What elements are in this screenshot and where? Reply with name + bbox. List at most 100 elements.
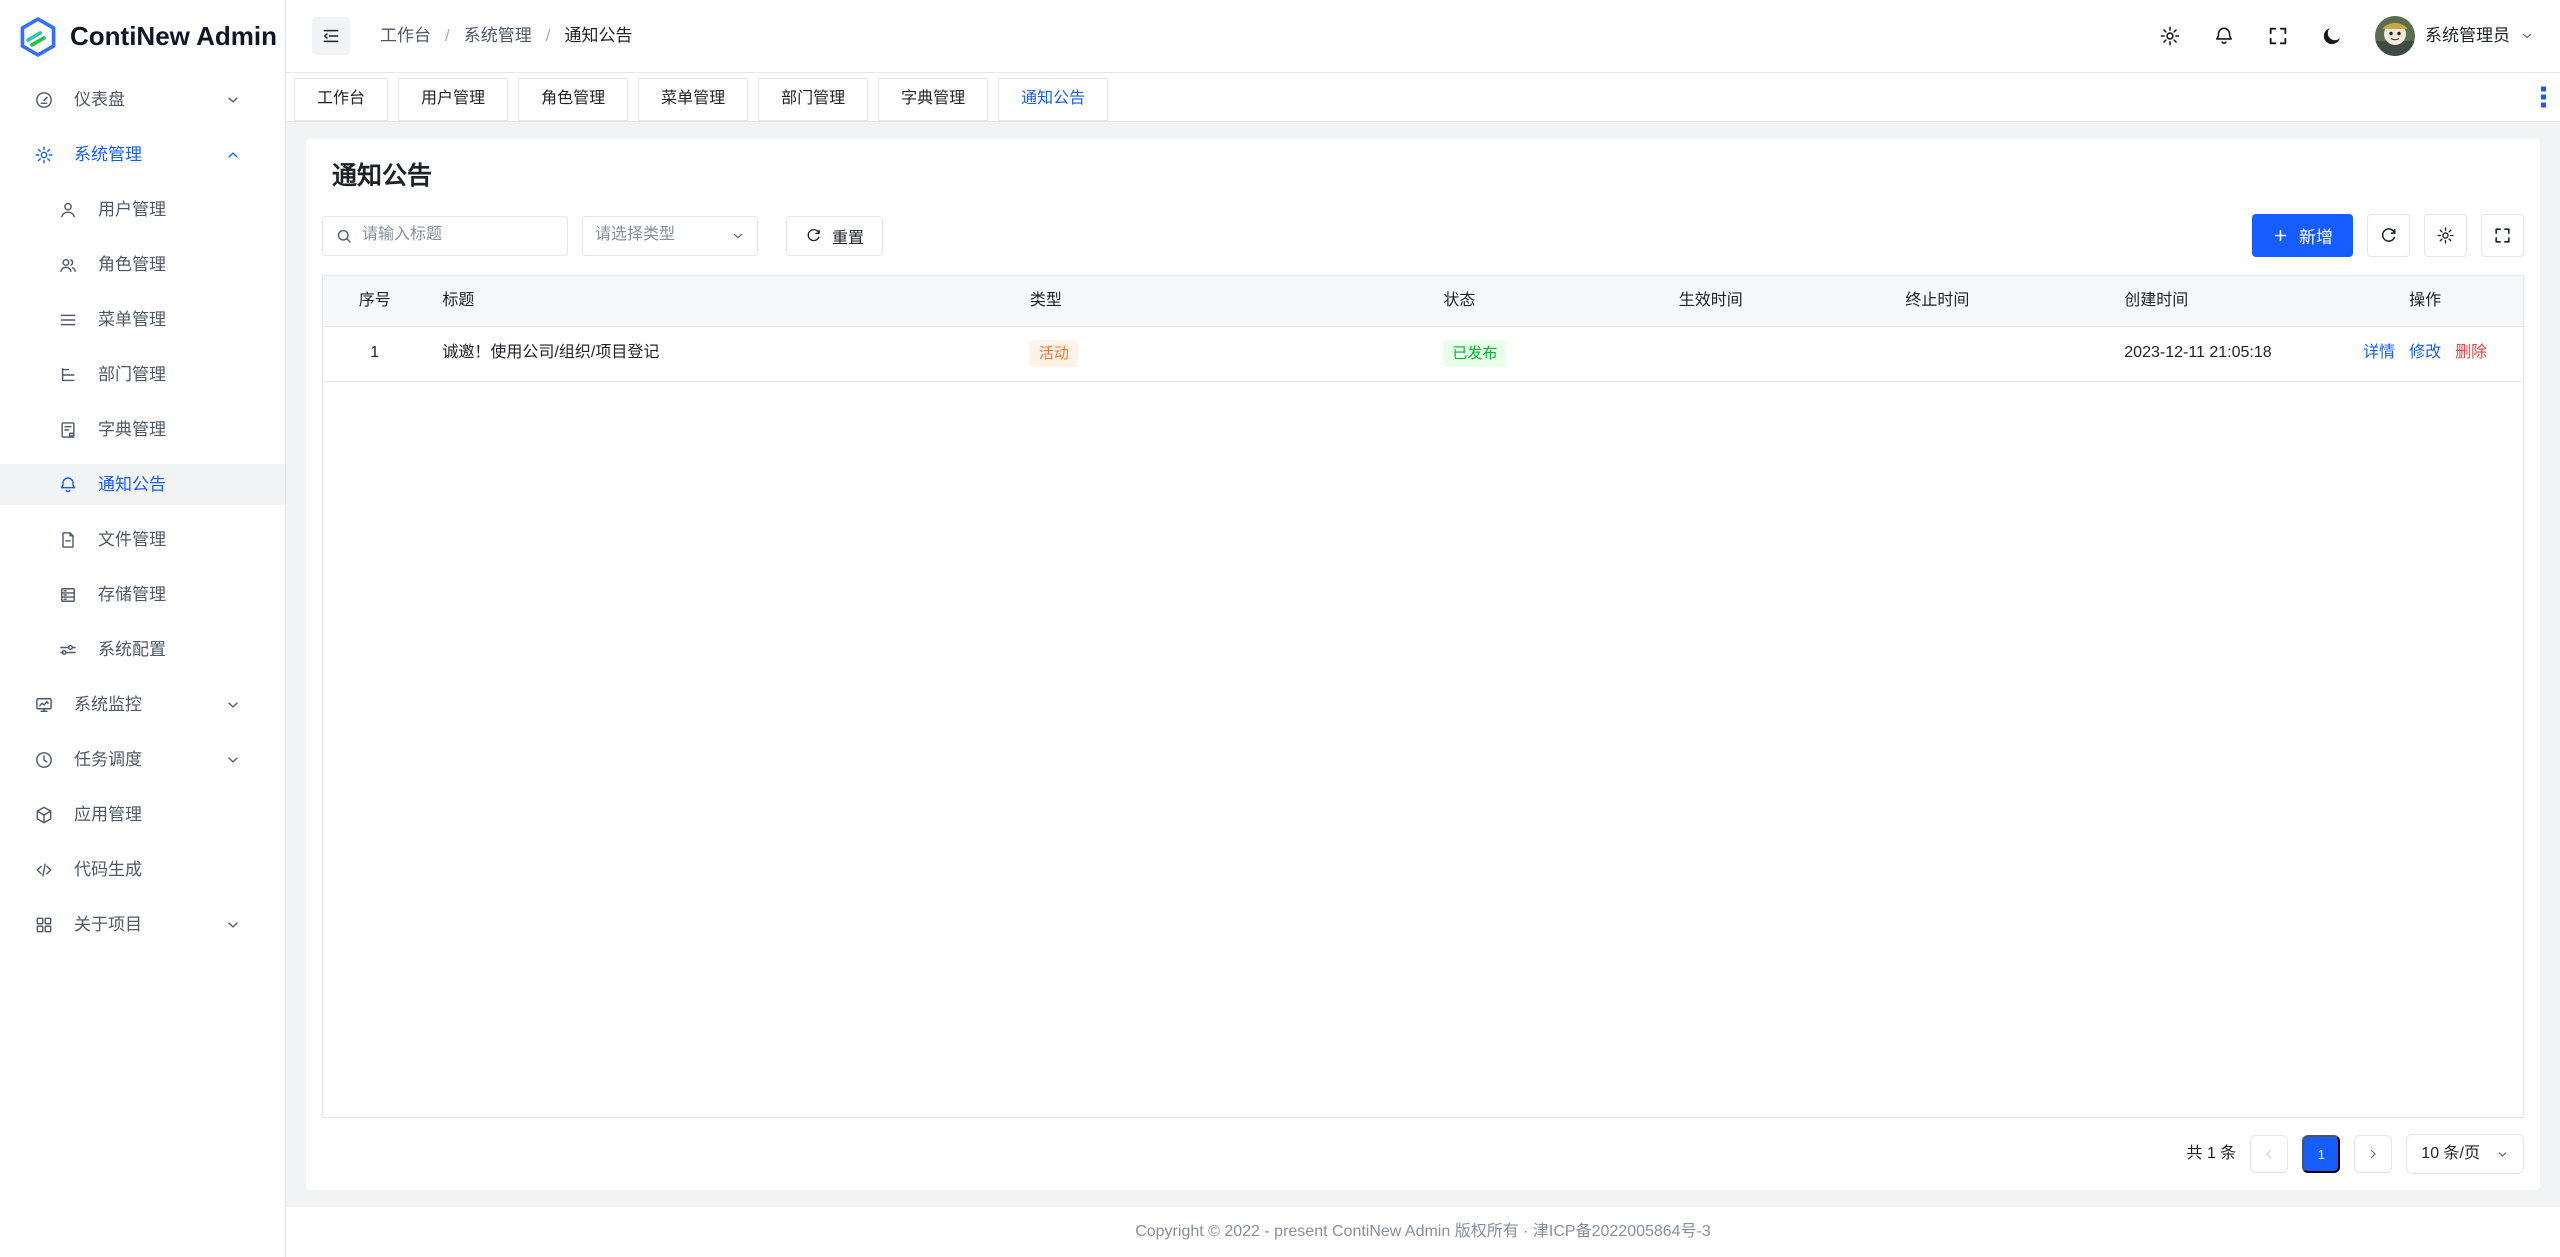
search-icon	[335, 227, 353, 245]
reset-button[interactable]: 重置	[786, 216, 883, 256]
menu-lines-icon	[58, 310, 78, 330]
cell-index: 1	[323, 326, 426, 381]
sidebar-item-label: 菜单管理	[98, 308, 263, 332]
user-menu[interactable]: 系统管理员	[2375, 16, 2534, 56]
edit-link[interactable]: 修改	[2409, 342, 2441, 364]
sidebar-item-role-management[interactable]: 角色管理	[0, 244, 285, 285]
breadcrumb: 工作台 / 系统管理 / 通知公告	[380, 24, 632, 48]
sidebar-item-system-management[interactable]: 系统管理	[0, 134, 285, 175]
sidebar-item-label: 用户管理	[98, 198, 263, 222]
table-row: 1 诚邀！使用公司/组织/项目登记 活动 已发布 2023-12-11 21:0…	[323, 326, 2523, 381]
sidebar-item-app-management[interactable]: 应用管理	[0, 794, 285, 835]
refresh-icon	[2379, 226, 2398, 245]
app-title: ContiNew Admin	[70, 18, 277, 54]
tab-dept-management[interactable]: 部门管理	[758, 78, 868, 121]
sidebar-item-label: 部门管理	[98, 363, 263, 387]
tab-menu-management[interactable]: 菜单管理	[638, 78, 748, 121]
pagination: 共 1 条 1 10 条/页	[322, 1134, 2524, 1174]
tab-role-management[interactable]: 角色管理	[518, 78, 628, 121]
sidebar-item-notice[interactable]: 通知公告	[0, 464, 285, 505]
pagination-prev-button[interactable]	[2250, 1135, 2288, 1173]
app-logo-row[interactable]: ContiNew Admin	[0, 0, 285, 73]
sidebar-item-storage-management[interactable]: 存储管理	[0, 574, 285, 615]
search-input[interactable]	[362, 224, 555, 246]
settings-gear-icon[interactable]	[2159, 25, 2181, 47]
col-actions: 操作	[2327, 276, 2523, 326]
sidebar-item-dashboard[interactable]: 仪表盘	[0, 79, 285, 120]
chevron-down-icon	[223, 917, 243, 933]
table-toolbar: 新增	[2252, 214, 2524, 257]
sidebar-item-file-management[interactable]: 文件管理	[0, 519, 285, 560]
pagination-page-1[interactable]: 1	[2302, 1135, 2340, 1173]
dictionary-icon	[58, 420, 78, 440]
tab-user-management[interactable]: 用户管理	[398, 78, 508, 121]
sidebar-item-menu-management[interactable]: 菜单管理	[0, 299, 285, 340]
sidebar-item-system-config[interactable]: 系统配置	[0, 629, 285, 670]
bell-icon	[58, 475, 78, 495]
notification-bell-icon[interactable]	[2213, 25, 2235, 47]
sidebar-item-task-schedule[interactable]: 任务调度	[0, 739, 285, 780]
sidebar-item-label: 角色管理	[98, 253, 263, 277]
chevron-right-icon	[2366, 1147, 2380, 1161]
fullscreen-icon[interactable]	[2267, 25, 2289, 47]
type-select[interactable]: 请选择类型	[582, 216, 758, 256]
sidebar-item-dept-management[interactable]: 部门管理	[0, 354, 285, 395]
gear-icon	[2436, 226, 2455, 245]
breadcrumb-item[interactable]: 系统管理	[464, 24, 532, 48]
sidebar-item-label: 系统监控	[74, 693, 223, 717]
page-footer: Copyright © 2022 - present ContiNew Admi…	[286, 1207, 2560, 1257]
title-search-box[interactable]	[322, 216, 568, 256]
grid-icon	[34, 915, 54, 935]
tab-workbench[interactable]: 工作台	[294, 78, 388, 121]
page-size-select[interactable]: 10 条/页	[2406, 1134, 2524, 1174]
sidebar-item-label: 系统管理	[74, 143, 223, 167]
sidebar-collapse-button[interactable]	[312, 17, 350, 55]
col-type: 类型	[1014, 276, 1428, 326]
col-effective-time: 生效时间	[1663, 276, 1890, 326]
detail-link[interactable]: 详情	[2363, 342, 2395, 364]
col-title: 标题	[426, 276, 1013, 326]
sidebar-item-user-management[interactable]: 用户管理	[0, 189, 285, 230]
main-area: 工作台 / 系统管理 / 通知公告 系统管理员 工作台 用户管理 角色管理 菜单…	[286, 0, 2560, 1257]
refresh-icon	[805, 227, 822, 244]
tab-label: 用户管理	[421, 88, 485, 110]
sidebar-item-label: 文件管理	[98, 528, 263, 552]
chevron-down-icon	[731, 229, 745, 243]
tab-more-icon[interactable]	[2541, 84, 2546, 111]
tab-label: 菜单管理	[661, 88, 725, 110]
storage-icon	[58, 585, 78, 605]
breadcrumb-item[interactable]: 工作台	[380, 24, 431, 48]
avatar	[2375, 16, 2415, 56]
gear-icon	[34, 145, 54, 165]
chevron-down-icon	[223, 752, 243, 768]
clock-icon	[34, 750, 54, 770]
table-fullscreen-button[interactable]	[2481, 214, 2524, 257]
dark-mode-moon-icon[interactable]	[2321, 25, 2343, 47]
breadcrumb-item-current: 通知公告	[565, 24, 633, 48]
sidebar-item-code-generator[interactable]: 代码生成	[0, 849, 285, 890]
sidebar-item-about-project[interactable]: 关于项目	[0, 904, 285, 945]
add-notice-button[interactable]: 新增	[2252, 214, 2353, 257]
sidebar-item-dict-management[interactable]: 字典管理	[0, 409, 285, 450]
reset-label: 重置	[832, 224, 864, 248]
user-name: 系统管理员	[2425, 24, 2510, 48]
delete-link[interactable]: 删除	[2455, 342, 2487, 364]
tab-dict-management[interactable]: 字典管理	[878, 78, 988, 121]
fullscreen-icon	[2493, 226, 2512, 245]
sidebar-item-label: 任务调度	[74, 748, 223, 772]
cell-actions: 详情 修改 删除	[2327, 326, 2523, 381]
refresh-table-button[interactable]	[2367, 214, 2410, 257]
pagination-next-button[interactable]	[2354, 1135, 2392, 1173]
table-header-row: 序号 标题 类型 状态 生效时间 终止时间 创建时间 操作	[323, 276, 2523, 326]
sidebar-item-label: 仪表盘	[74, 88, 223, 112]
chevron-down-icon	[223, 92, 243, 108]
tab-label: 通知公告	[1021, 88, 1085, 110]
top-bar-actions: 系统管理员	[2159, 16, 2534, 56]
cell-created-time: 2023-12-11 21:05:18	[2108, 326, 2327, 381]
add-label: 新增	[2299, 223, 2333, 248]
tab-notice[interactable]: 通知公告	[998, 78, 1108, 121]
page-title: 通知公告	[332, 159, 2524, 194]
column-settings-button[interactable]	[2424, 214, 2467, 257]
page-size-value: 10 条/页	[2421, 1143, 2480, 1165]
sidebar-item-system-monitor[interactable]: 系统监控	[0, 684, 285, 725]
